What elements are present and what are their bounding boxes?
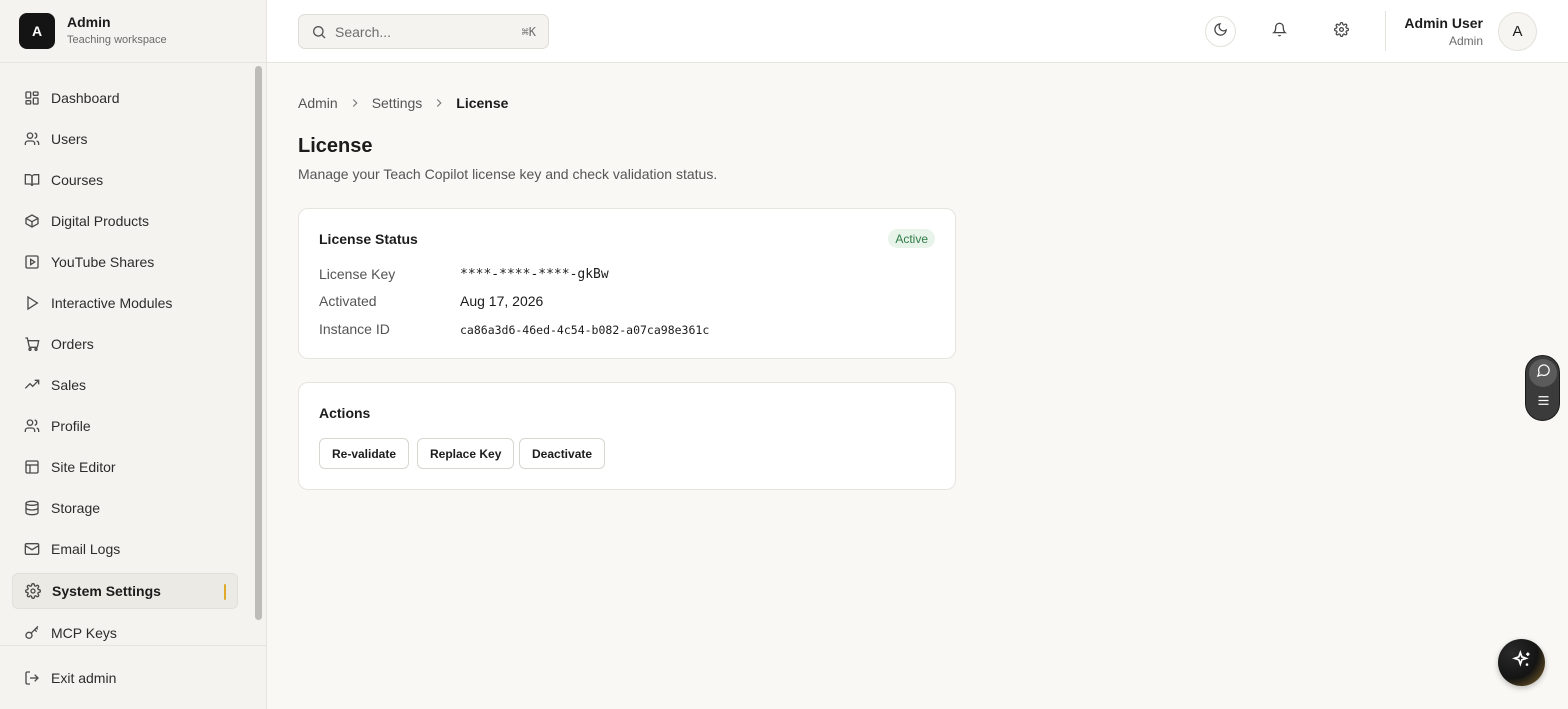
brand-header: A Admin Teaching workspace: [0, 0, 266, 63]
brand-name: Admin: [67, 14, 111, 30]
license-key-value: ****-****-****-gkBw: [460, 267, 609, 282]
video-icon: [24, 254, 40, 270]
sidebar-footer: Exit admin: [0, 645, 266, 709]
breadcrumb-current: License: [456, 95, 509, 111]
settings-button[interactable]: [1326, 16, 1357, 47]
sidebar-item-label: System Settings: [52, 583, 161, 599]
sidebar-scrollbar[interactable]: [255, 66, 262, 620]
sidebar-item-label: Digital Products: [51, 213, 150, 229]
sidebar-item-label: Interactive Modules: [51, 295, 173, 311]
activated-label: Activated: [319, 293, 377, 309]
cart-icon: [24, 336, 40, 352]
moon-icon: [1213, 22, 1228, 42]
dashboard-icon: [24, 90, 40, 106]
sidebar-item-label: Users: [51, 131, 88, 147]
ai-assistant-button[interactable]: [1498, 639, 1545, 686]
deactivate-button[interactable]: Deactivate: [519, 438, 606, 469]
active-indicator: [224, 584, 226, 600]
gear-icon: [25, 583, 41, 599]
sidebar-item-label: Sales: [51, 377, 87, 393]
brand-logo: A: [19, 13, 55, 49]
chat-button[interactable]: [1529, 359, 1557, 387]
gear-icon: [1334, 21, 1349, 42]
card-title: License Status: [319, 231, 418, 247]
instance-id-label: Instance ID: [319, 321, 390, 337]
sidebar-item-site-editor[interactable]: Site Editor: [12, 449, 238, 485]
breadcrumb-settings-link[interactable]: Settings: [372, 95, 423, 111]
sidebar-item-users[interactable]: Users: [12, 121, 238, 157]
sidebar-item-system-settings[interactable]: System Settings: [12, 573, 238, 609]
breadcrumb-admin-link[interactable]: Admin: [298, 95, 338, 111]
replace-key-button[interactable]: Replace Key: [417, 438, 515, 469]
activated-value: Aug 17, 2026: [460, 293, 544, 309]
search-shortcut: ⌘K: [521, 24, 536, 39]
sidebar-item-label: Site Editor: [51, 459, 116, 475]
user-role: Admin: [1448, 34, 1483, 48]
package-icon: [24, 213, 40, 229]
users-icon: [24, 131, 40, 147]
theme-toggle-button[interactable]: [1205, 16, 1236, 47]
sidebar-item-dashboard[interactable]: Dashboard: [12, 80, 238, 116]
avatar[interactable]: A: [1498, 12, 1537, 51]
exit-admin-button[interactable]: Exit admin: [12, 660, 238, 696]
sidebar-item-interactive-modules[interactable]: Interactive Modules: [12, 285, 238, 321]
sidebar-item-email-logs[interactable]: Email Logs: [12, 531, 238, 567]
sidebar-item-label: YouTube Shares: [51, 254, 155, 270]
search-icon: [311, 24, 327, 40]
topbar: Search... ⌘K Admin User Admin A: [267, 0, 1568, 63]
search-input[interactable]: Search... ⌘K: [298, 14, 549, 49]
page-description: Manage your Teach Copilot license key an…: [298, 166, 718, 182]
sidebar-item-courses[interactable]: Courses: [12, 162, 238, 198]
database-icon: [24, 500, 40, 516]
sidebar-item-label: Email Logs: [51, 541, 121, 557]
topbar-divider: [1385, 11, 1386, 51]
brand-subtitle: Teaching workspace: [67, 34, 167, 46]
trending-up-icon: [24, 377, 40, 393]
menu-icon: [1536, 393, 1551, 413]
sidebar-item-label: Dashboard: [51, 90, 120, 106]
exit-admin-label: Exit admin: [51, 670, 117, 686]
sidebar-item-mcp-keys[interactable]: MCP Keys: [12, 615, 238, 645]
floating-toolbar: [1525, 355, 1560, 421]
sidebar-item-digital-products[interactable]: Digital Products: [12, 203, 238, 239]
sidebar-item-youtube-shares[interactable]: YouTube Shares: [12, 244, 238, 280]
user-name: Admin User: [1404, 15, 1483, 31]
sidebar-item-orders[interactable]: Orders: [12, 326, 238, 362]
sparkles-icon: [1511, 649, 1532, 675]
users-icon: [24, 418, 40, 434]
sidebar-item-label: MCP Keys: [51, 625, 117, 641]
search-placeholder: Search...: [335, 23, 392, 40]
page-title: License: [298, 135, 373, 157]
sidebar-item-label: Courses: [51, 172, 104, 188]
breadcrumb: Admin Settings License: [298, 95, 508, 111]
revalidate-button[interactable]: Re-validate: [319, 438, 410, 469]
card-title: Actions: [319, 405, 371, 421]
sidebar-item-storage[interactable]: Storage: [12, 490, 238, 526]
logout-icon: [24, 670, 40, 686]
play-icon: [24, 295, 40, 311]
license-key-label: License Key: [319, 266, 396, 282]
bell-icon: [1271, 22, 1288, 42]
book-icon: [24, 172, 40, 188]
sidebar-item-label: Storage: [51, 500, 101, 516]
sidebar-item-sales[interactable]: Sales: [12, 367, 238, 403]
message-circle-icon: [1536, 363, 1551, 383]
status-badge: Active: [888, 229, 935, 248]
mail-icon: [24, 541, 40, 557]
layout-icon: [24, 459, 40, 475]
brand-text: Admin Teaching workspace: [67, 14, 167, 48]
chevron-right-icon: [432, 96, 446, 110]
notifications-button[interactable]: [1264, 16, 1295, 47]
sidebar-item-profile[interactable]: Profile: [12, 408, 238, 444]
chevron-right-icon: [348, 96, 362, 110]
actions-card: Actions Re-validate Replace Key Deactiva…: [298, 382, 956, 490]
sidebar-nav: Dashboard Users Courses Digital Products…: [0, 63, 253, 645]
license-status-card: License Status Active License Key ****-*…: [298, 208, 956, 359]
sidebar-item-label: Profile: [51, 418, 91, 434]
sidebar-item-label: Orders: [51, 336, 94, 352]
instance-id-value: ca86a3d6-46ed-4c54-b082-a07ca98e361c: [460, 323, 710, 337]
sidebar: A Admin Teaching workspace Dashboard Use…: [0, 0, 267, 709]
menu-button[interactable]: [1529, 389, 1557, 417]
key-icon: [24, 625, 40, 641]
